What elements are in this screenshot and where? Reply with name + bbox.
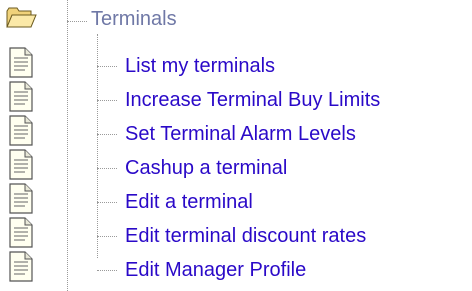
document-icon [5, 250, 37, 284]
tree-item-label[interactable]: Set Terminal Alarm Levels [125, 122, 356, 146]
tree-connector-item [97, 236, 117, 237]
tree-item-label[interactable]: Edit a terminal [125, 190, 253, 214]
tree-item-edit-terminal-discount-rates[interactable]: Edit terminal discount rates [0, 216, 472, 250]
document-icon [5, 182, 37, 216]
tree-item-label[interactable]: Increase Terminal Buy Limits [125, 88, 380, 112]
tree-connector-item [97, 270, 117, 271]
tree-connector-item [97, 134, 117, 135]
tree-root-label[interactable]: Terminals [91, 7, 177, 31]
document-icon [5, 216, 37, 250]
tree-item-set-terminal-alarm-levels[interactable]: Set Terminal Alarm Levels [0, 114, 472, 148]
tree-connector-item [97, 202, 117, 203]
tree-item-list-my-terminals[interactable]: List my terminals [0, 46, 472, 80]
document-icon [5, 114, 37, 148]
tree-connector-item [97, 66, 117, 67]
tree-item-edit-manager-profile[interactable]: Edit Manager Profile [0, 250, 472, 284]
tree-item-label[interactable]: Edit terminal discount rates [125, 224, 366, 248]
document-icon [5, 46, 37, 80]
tree-connector-item [97, 168, 117, 169]
tree-item-cashup-a-terminal[interactable]: Cashup a terminal [0, 148, 472, 182]
tree-item-label[interactable]: List my terminals [125, 54, 275, 78]
tree-item-label[interactable]: Cashup a terminal [125, 156, 287, 180]
tree-root-row[interactable]: Terminals [0, 0, 472, 34]
tree-connector-item [97, 100, 117, 101]
tree-connector-root [67, 21, 87, 22]
open-folder-icon [5, 0, 37, 34]
terminals-tree: Terminals List my terminals Increase Ter… [0, 0, 472, 291]
tree-item-label[interactable]: Edit Manager Profile [125, 258, 306, 282]
document-icon [5, 148, 37, 182]
tree-item-edit-a-terminal[interactable]: Edit a terminal [0, 182, 472, 216]
tree-item-increase-terminal-buy-limits[interactable]: Increase Terminal Buy Limits [0, 80, 472, 114]
document-icon [5, 80, 37, 114]
